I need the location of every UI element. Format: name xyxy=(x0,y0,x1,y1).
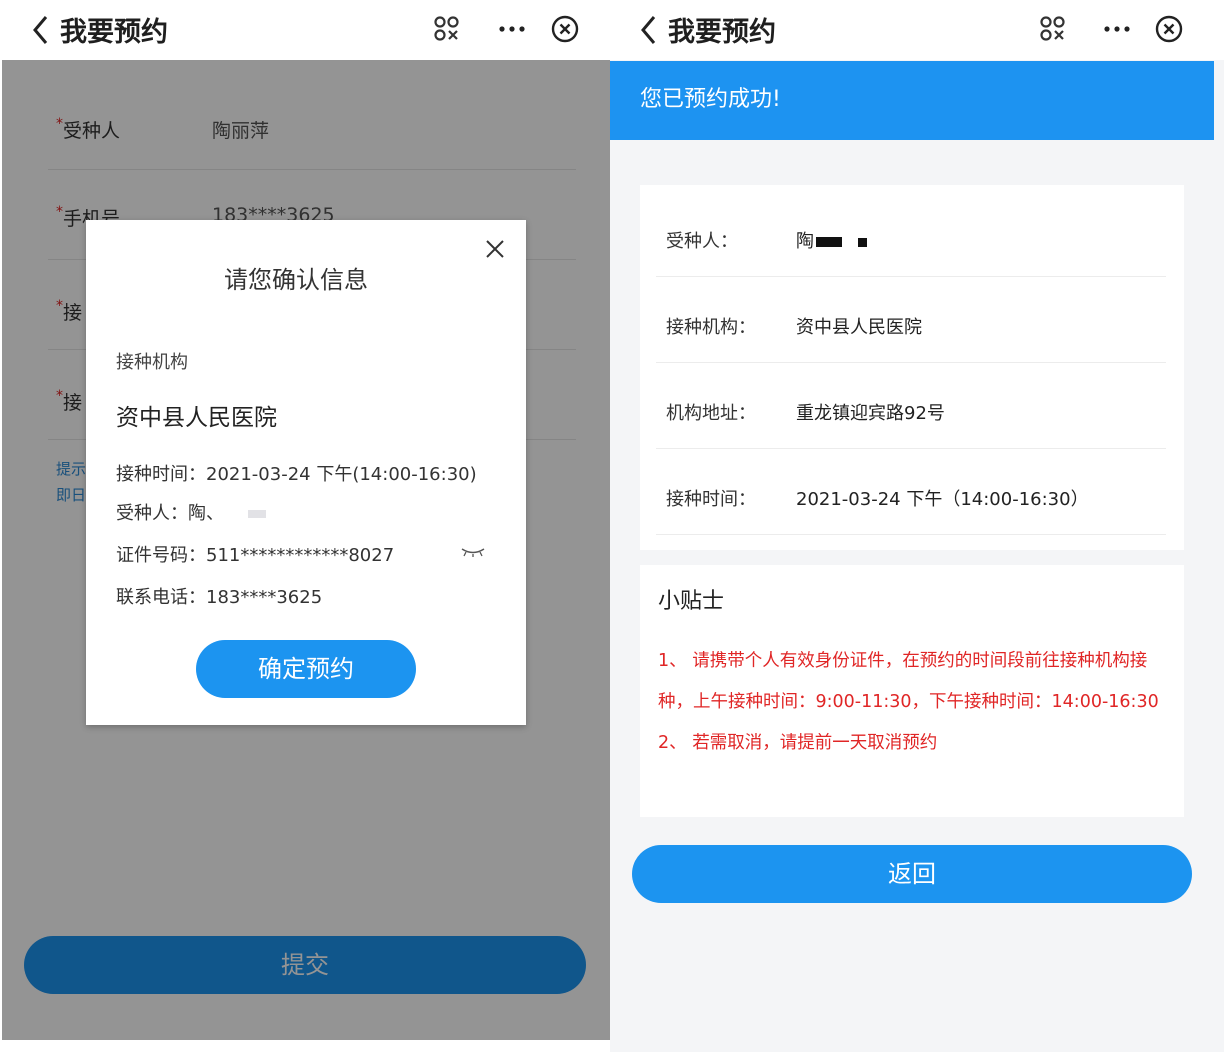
detail-row-recipient: 受种人： 陶 xyxy=(656,191,1166,277)
confirm-appointment-button[interactable]: 确定预约 xyxy=(196,640,416,698)
top-bar: 我要预约 xyxy=(0,0,610,60)
detail-label: 接种时间： xyxy=(666,489,756,510)
more-icon[interactable] xyxy=(497,14,527,44)
more-icon[interactable] xyxy=(1102,14,1132,44)
scan-icon[interactable] xyxy=(432,14,462,44)
detail-value: 2021-03-24 下午（14:00-16:30） xyxy=(796,489,1089,510)
tips-text: 1、 请携带个人有效身份证件，在预约的时间段前往接种机构接种，上午接种时间：9:… xyxy=(658,651,1159,753)
dialog-phone: 联系电话：183****3625 xyxy=(116,587,323,608)
confirm-dialog: 请您确认信息 接种机构 资中县人民医院 接种时间：2021-03-24 下午(1… xyxy=(86,220,526,725)
close-icon[interactable] xyxy=(484,238,506,260)
close-circle-icon[interactable] xyxy=(550,14,580,44)
back-arrow-icon[interactable] xyxy=(638,12,660,48)
detail-value: 陶 xyxy=(796,227,867,253)
dialog-title: 请您确认信息 xyxy=(224,266,368,294)
scan-icon[interactable] xyxy=(1038,14,1068,44)
detail-row-time: 接种时间： 2021-03-24 下午（14:00-16:30） xyxy=(656,449,1166,535)
tips-title: 小贴士 xyxy=(658,589,725,614)
dialog-time: 接种时间：2021-03-24 下午(14:00-16:30) xyxy=(116,464,477,485)
success-banner: 您已预约成功! xyxy=(610,61,1214,140)
detail-label: 机构地址： xyxy=(666,403,756,424)
right-screen: 我要预约 您已预约成功! 受种人： 陶 接种机构： 资中县人民医院 机构地址： … xyxy=(610,0,1224,1052)
return-button[interactable]: 返回 xyxy=(632,845,1192,903)
detail-value: 资中县人民医院 xyxy=(796,317,922,338)
detail-value: 重龙镇迎宾路92号 xyxy=(796,403,945,424)
appointment-details-card: 受种人： 陶 接种机构： 资中县人民医院 机构地址： 重龙镇迎宾路92号 接种时… xyxy=(640,185,1184,550)
detail-label: 接种机构： xyxy=(666,317,756,338)
top-bar: 我要预约 xyxy=(610,0,1224,60)
detail-label: 受种人： xyxy=(666,231,738,252)
detail-row-address: 机构地址： 重龙镇迎宾路92号 xyxy=(656,363,1166,449)
dialog-id-number: 证件号码：511************8027 xyxy=(116,545,395,566)
tips-card: 小贴士 1、 请携带个人有效身份证件，在预约的时间段前往接种机构接种，上午接种时… xyxy=(640,565,1184,817)
redaction-mark xyxy=(816,237,842,247)
redaction-mark xyxy=(858,237,867,247)
left-screen: 我要预约 *受种人 陶丽萍 *手机号 183****3625 *接 *接 提示 … xyxy=(0,0,610,1052)
page-title: 我要预约 xyxy=(60,17,168,48)
dialog-org-name: 资中县人民医院 xyxy=(116,405,277,431)
close-circle-icon[interactable] xyxy=(1154,14,1184,44)
detail-row-org: 接种机构： 资中县人民医院 xyxy=(656,277,1166,363)
dialog-recipient: 受种人：陶、 xyxy=(116,499,266,525)
page-title: 我要预约 xyxy=(668,17,776,48)
eye-closed-icon[interactable] xyxy=(460,546,486,558)
back-arrow-icon[interactable] xyxy=(30,12,52,48)
blurred-name xyxy=(248,510,266,518)
dialog-org-label: 接种机构 xyxy=(116,352,188,373)
